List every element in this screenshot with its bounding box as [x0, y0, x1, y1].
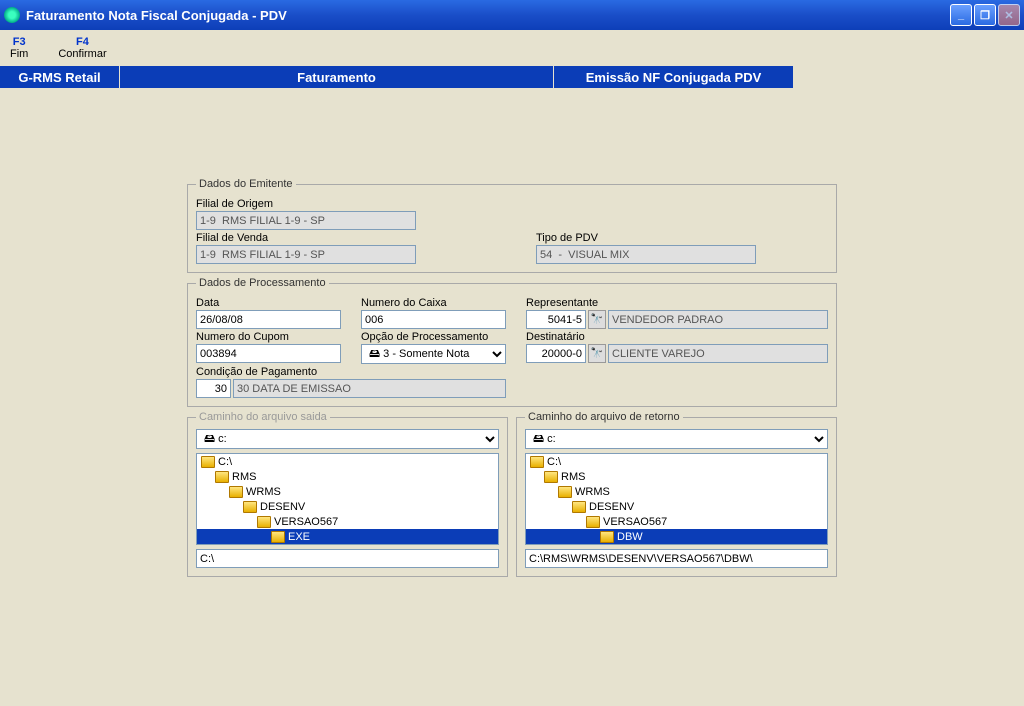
input-data[interactable]: [196, 310, 341, 329]
folder-node[interactable]: C:\: [197, 454, 498, 469]
input-filial-origem: [196, 211, 416, 230]
folder-label: WRMS: [575, 486, 610, 498]
folder-node[interactable]: VERSAO567: [526, 514, 827, 529]
input-path-saida[interactable]: [196, 549, 499, 568]
folder-node[interactable]: DBW: [526, 529, 827, 544]
folder-label: EXE: [288, 531, 310, 543]
input-numero-cupom[interactable]: [196, 344, 341, 363]
folder-label: DBW: [617, 531, 643, 543]
group-caminho-retorno: Caminho do arquivo de retorno 🖴 c: C:\RM…: [516, 411, 837, 577]
input-representante-name: [608, 310, 828, 329]
label-cond-pagamento: Condição de Pagamento: [196, 366, 506, 378]
input-path-retorno[interactable]: [525, 549, 828, 568]
label-numero-cupom: Numero do Cupom: [196, 331, 341, 343]
select-opcao[interactable]: 🖴 3 - Somente Nota: [361, 344, 506, 364]
folder-icon: [572, 501, 586, 513]
binoculars-icon: 🔭: [591, 314, 603, 325]
folder-icon: [229, 486, 243, 498]
folderlist-saida[interactable]: C:\RMS WRMS DESENV VERSAO567 EXE: [196, 453, 499, 545]
folder-label: C:\: [218, 456, 232, 468]
group-caminho-saida: Caminho do arquivo saida 🖴 c: C:\RMS WRMS…: [187, 411, 508, 577]
breadcrumb-module: Faturamento: [120, 66, 554, 88]
folder-node[interactable]: RMS: [197, 469, 498, 484]
menu-bar: F3 Fim F4 Confirmar: [0, 30, 1024, 66]
select-drive-retorno[interactable]: 🖴 c:: [525, 429, 828, 449]
folder-node[interactable]: WRMS: [197, 484, 498, 499]
folder-icon: [215, 471, 229, 483]
folder-icon: [586, 516, 600, 528]
app-icon: [4, 7, 20, 23]
folder-label: VERSAO567: [603, 516, 667, 528]
folder-label: RMS: [232, 471, 256, 483]
breadcrumb-screen: Emissão NF Conjugada PDV: [554, 66, 794, 88]
input-filial-venda: [196, 245, 416, 264]
input-representante-code[interactable]: [526, 310, 586, 329]
input-cond-pag-code[interactable]: [196, 379, 231, 398]
legend-processamento: Dados de Processamento: [196, 277, 329, 289]
input-destinatario-code[interactable]: [526, 344, 586, 363]
breadcrumb: G-RMS Retail Faturamento Emissão NF Conj…: [0, 66, 1024, 88]
group-emitente: Dados do Emitente Filial de Origem Filia…: [187, 178, 837, 273]
input-numero-caixa[interactable]: [361, 310, 506, 329]
folder-label: DESENV: [260, 501, 305, 513]
folder-node[interactable]: DESENV: [197, 499, 498, 514]
folder-node[interactable]: EXE: [197, 529, 498, 544]
folder-label: WRMS: [246, 486, 281, 498]
label-tipo-pdv: Tipo de PDV: [536, 232, 756, 244]
minimize-button[interactable]: _: [950, 4, 972, 26]
folder-icon: [243, 501, 257, 513]
folder-label: C:\: [547, 456, 561, 468]
legend-caminho-retorno: Caminho do arquivo de retorno: [525, 411, 683, 423]
folder-icon: [600, 531, 614, 543]
folder-node[interactable]: VERSAO567: [197, 514, 498, 529]
folderlist-retorno[interactable]: C:\RMS WRMS DESENV VERSAO567 DBW: [525, 453, 828, 545]
label-representante: Representante: [526, 297, 828, 309]
label-filial-origem: Filial de Origem: [196, 198, 416, 210]
lookup-destinatario[interactable]: 🔭: [588, 344, 606, 363]
input-destinatario-name: [608, 344, 828, 363]
label-destinatario: Destinatário: [526, 331, 828, 343]
label-opcao: Opção de Processamento: [361, 331, 506, 343]
window-titlebar: Faturamento Nota Fiscal Conjugada - PDV …: [0, 0, 1024, 30]
legend-emitente: Dados do Emitente: [196, 178, 296, 190]
legend-caminho-saida: Caminho do arquivo saida: [196, 411, 330, 423]
folder-label: VERSAO567: [274, 516, 338, 528]
select-drive-saida[interactable]: 🖴 c:: [196, 429, 499, 449]
maximize-button[interactable]: ❐: [974, 4, 996, 26]
folder-node[interactable]: DESENV: [526, 499, 827, 514]
folder-node[interactable]: WRMS: [526, 484, 827, 499]
folder-label: DESENV: [589, 501, 634, 513]
input-tipo-pdv: [536, 245, 756, 264]
folder-icon: [558, 486, 572, 498]
folder-icon: [201, 456, 215, 468]
lookup-representante[interactable]: 🔭: [588, 310, 606, 329]
input-cond-pag-desc: [233, 379, 506, 398]
folder-icon: [271, 531, 285, 543]
folder-label: RMS: [561, 471, 585, 483]
group-processamento: Dados de Processamento Data Numero do Ca…: [187, 277, 837, 407]
folder-icon: [530, 456, 544, 468]
breadcrumb-app: G-RMS Retail: [0, 66, 120, 88]
folder-node[interactable]: RMS: [526, 469, 827, 484]
menu-confirmar[interactable]: F4 Confirmar: [58, 36, 106, 60]
folder-node[interactable]: C:\: [526, 454, 827, 469]
folder-icon: [544, 471, 558, 483]
label-numero-caixa: Numero do Caixa: [361, 297, 506, 309]
label-filial-venda: Filial de Venda: [196, 232, 416, 244]
window-title: Faturamento Nota Fiscal Conjugada - PDV: [26, 8, 950, 23]
binoculars-icon: 🔭: [591, 348, 603, 359]
folder-icon: [257, 516, 271, 528]
close-button[interactable]: ✕: [998, 4, 1020, 26]
menu-fim[interactable]: F3 Fim: [10, 36, 28, 60]
label-data: Data: [196, 297, 341, 309]
